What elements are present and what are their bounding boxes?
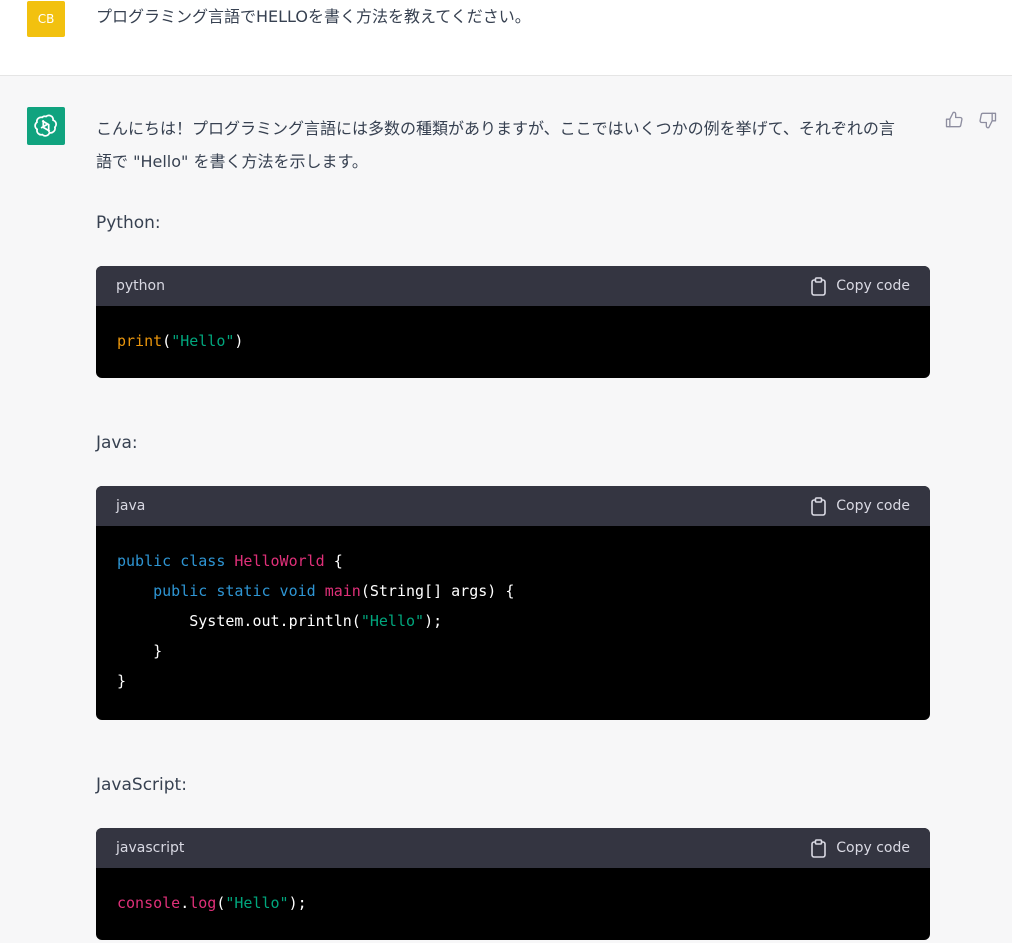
code-token-function: print	[117, 332, 163, 350]
code-token-punct: }	[117, 642, 163, 660]
code-token-punct: );	[424, 612, 443, 630]
code-token-string: "Hello"	[171, 332, 235, 350]
code-token-punct: )	[234, 332, 244, 350]
code-language: java	[116, 498, 146, 514]
thumbs-up-icon[interactable]	[944, 110, 964, 130]
code-token-punct: (	[162, 332, 172, 350]
code-content: console.log("Hello");	[96, 868, 930, 918]
copy-code-button[interactable]: Copy code	[810, 276, 910, 296]
code-token-keyword: public static void	[153, 582, 325, 600]
thumbs-down-icon[interactable]	[978, 110, 998, 130]
code-block-javascript: javascript Copy code console.log("Hello"…	[96, 828, 930, 940]
code-content: print("Hello")	[96, 306, 930, 356]
copy-code-label: Copy code	[836, 840, 910, 856]
copy-code-button[interactable]: Copy code	[810, 838, 910, 858]
code-token-indent	[117, 582, 153, 600]
code-content: public class HelloWorld { public static …	[96, 526, 930, 696]
code-language: javascript	[116, 840, 185, 856]
section-label-javascript: JavaScript:	[96, 775, 187, 795]
code-token-class: HelloWorld	[234, 552, 325, 570]
user-message-text: プログラミング言語でHELLOを書く方法を教えてください。	[96, 7, 531, 26]
code-token-function: log	[189, 894, 217, 912]
code-token-punct: {	[324, 552, 343, 570]
code-token-punct: .	[180, 894, 190, 912]
assistant-intro-line-1: こんにちは！プログラミング言語には多数の種類がありますが、ここではいくつかの例を…	[96, 119, 895, 138]
code-language: python	[116, 278, 165, 294]
user-message-row: CB プログラミング言語でHELLOを書く方法を教えてください。	[0, 0, 1012, 76]
assistant-intro-line-2: 語で "Hello" を書く方法を示します。	[96, 152, 368, 171]
code-block-python: python Copy code print("Hello")	[96, 266, 930, 378]
copy-code-label: Copy code	[836, 278, 910, 294]
code-token-plain: (String[] args) {	[360, 582, 515, 600]
assistant-intro-text: こんにちは！プログラミング言語には多数の種類がありますが、ここではいくつかの例を…	[96, 112, 931, 178]
clipboard-icon	[811, 276, 827, 296]
section-label-python: Python:	[96, 213, 161, 233]
feedback-buttons	[944, 110, 998, 130]
copy-code-label: Copy code	[836, 498, 910, 514]
user-avatar: CB	[27, 1, 65, 37]
openai-logo-icon	[27, 107, 65, 145]
code-header: python Copy code	[96, 266, 930, 306]
code-token-string: "Hello"	[360, 612, 425, 630]
code-header: javascript Copy code	[96, 828, 930, 868]
code-token-punct: }	[117, 672, 127, 690]
code-token-plain: System.out.println(	[117, 612, 361, 630]
code-block-java: java Copy code public class HelloWorld {…	[96, 486, 930, 720]
code-token-object: console	[117, 894, 181, 912]
copy-code-button[interactable]: Copy code	[810, 496, 910, 516]
code-header: java Copy code	[96, 486, 930, 526]
code-token-string: "Hello"	[225, 894, 289, 912]
clipboard-icon	[811, 496, 827, 516]
code-token-function: main	[324, 582, 361, 600]
code-token-punct: );	[288, 894, 307, 912]
code-token-keyword: public class	[117, 552, 235, 570]
clipboard-icon	[811, 838, 827, 858]
section-label-java: Java:	[96, 433, 138, 453]
